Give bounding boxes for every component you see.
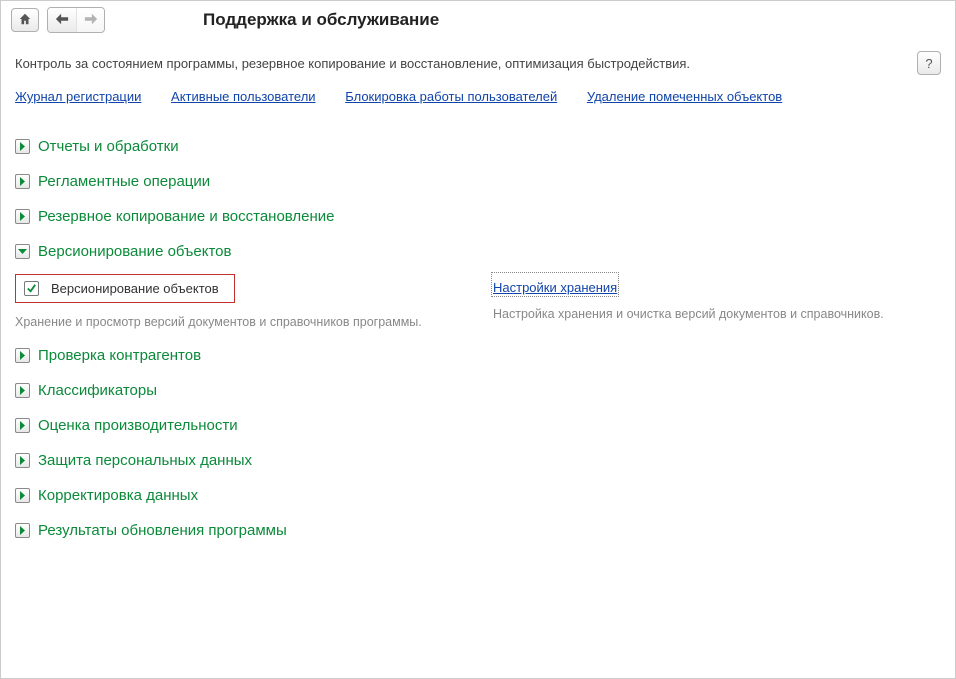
page-title: Поддержка и обслуживание <box>203 10 439 30</box>
chevron-right-icon <box>15 348 30 363</box>
section-backup[interactable]: Резервное копирование и восстановление <box>15 208 941 225</box>
help-button[interactable]: ? <box>917 51 941 75</box>
section-personal[interactable]: Защита персональных данных <box>15 452 941 469</box>
storage-settings-link[interactable]: Настройки хранения <box>493 274 617 295</box>
section-title: Проверка контрагентов <box>38 347 201 364</box>
link-journal[interactable]: Журнал регистрации <box>15 89 141 104</box>
chevron-right-icon <box>15 523 30 538</box>
arrow-right-icon <box>84 13 98 28</box>
home-button[interactable] <box>11 8 39 32</box>
link-block-users[interactable]: Блокировка работы пользователей <box>345 89 557 104</box>
chevron-right-icon <box>15 418 30 433</box>
page-description: Контроль за состоянием программы, резерв… <box>15 56 690 71</box>
section-title: Корректировка данных <box>38 487 198 504</box>
section-counterparty[interactable]: Проверка контрагентов <box>15 347 941 364</box>
section-title: Резервное копирование и восстановление <box>38 208 335 225</box>
section-title: Оценка производительности <box>38 417 238 434</box>
home-icon <box>18 12 32 29</box>
arrow-left-icon <box>55 13 69 28</box>
link-active-users[interactable]: Активные пользователи <box>171 89 316 104</box>
nav-history-group <box>47 7 105 33</box>
section-classifiers[interactable]: Классификаторы <box>15 382 941 399</box>
chevron-right-icon <box>15 453 30 468</box>
back-button[interactable] <box>48 8 76 32</box>
versioning-left-hint: Хранение и просмотр версий документов и … <box>15 315 463 329</box>
chevron-right-icon <box>15 174 30 189</box>
section-update[interactable]: Результаты обновления программы <box>15 522 941 539</box>
section-title: Версионирование объектов <box>38 243 231 260</box>
chevron-down-icon <box>15 244 30 259</box>
versioning-checkbox[interactable] <box>24 281 39 296</box>
section-perf[interactable]: Оценка производительности <box>15 417 941 434</box>
forward-button <box>76 8 104 32</box>
chevron-right-icon <box>15 383 30 398</box>
section-scheduled[interactable]: Регламентные операции <box>15 173 941 190</box>
versioning-body: Версионирование объектов Хранение и прос… <box>15 260 941 329</box>
chevron-right-icon <box>15 139 30 154</box>
link-delete-marked[interactable]: Удаление помеченных объектов <box>587 89 782 104</box>
section-reports[interactable]: Отчеты и обработки <box>15 138 941 155</box>
section-title: Результаты обновления программы <box>38 522 287 539</box>
section-title: Защита персональных данных <box>38 452 252 469</box>
versioning-checkbox-row: Версионирование объектов <box>15 274 235 303</box>
section-title: Регламентные операции <box>38 173 210 190</box>
section-title: Отчеты и обработки <box>38 138 179 155</box>
top-links: Журнал регистрации Активные пользователи… <box>1 83 955 120</box>
chevron-right-icon <box>15 209 30 224</box>
versioning-checkbox-label: Версионирование объектов <box>51 281 219 296</box>
chevron-right-icon <box>15 488 30 503</box>
section-versioning[interactable]: Версионирование объектов <box>15 243 941 260</box>
section-title: Классификаторы <box>38 382 157 399</box>
versioning-right-hint: Настройка хранения и очистка версий доку… <box>493 307 941 321</box>
section-correction[interactable]: Корректировка данных <box>15 487 941 504</box>
help-icon: ? <box>925 56 932 71</box>
